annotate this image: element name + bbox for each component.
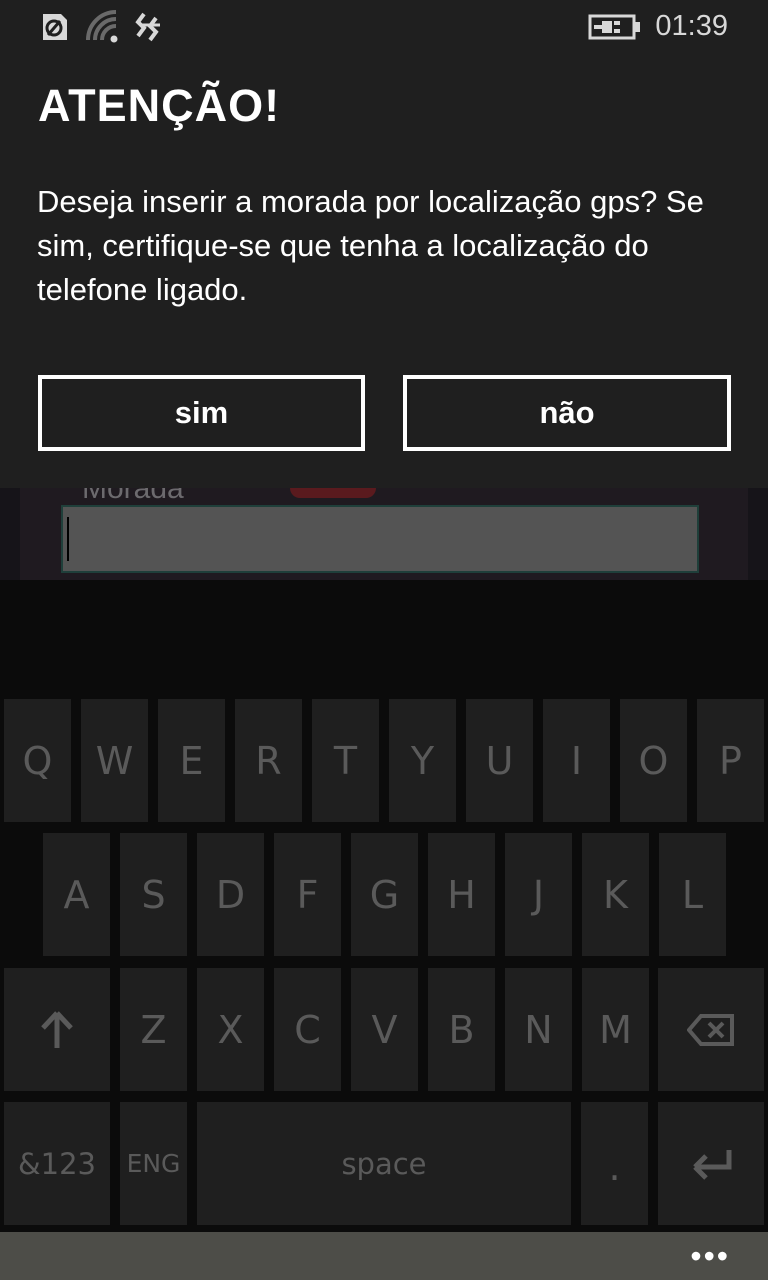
key-s[interactable]: S [120, 833, 187, 956]
decorative-red-shape [290, 488, 376, 498]
symbols-key[interactable]: &123 [4, 1102, 110, 1225]
key-a[interactable]: A [43, 833, 110, 956]
clock: 01:39 [655, 10, 728, 42]
key-t[interactable]: T [312, 699, 379, 822]
key-d[interactable]: D [197, 833, 264, 956]
key-p[interactable]: P [697, 699, 764, 822]
enter-key[interactable] [658, 1102, 764, 1225]
text-caret [67, 517, 69, 561]
on-screen-keyboard: Q W E R T Y U I O P A S D F G H J K L Z X C V B N M &123 ENG space. [0, 580, 768, 1232]
key-y[interactable]: Y [389, 699, 456, 822]
dialog-message: Deseja inserir a morada por localização … [37, 184, 704, 307]
shift-key[interactable] [4, 968, 110, 1091]
key-n[interactable]: N [505, 968, 572, 1091]
key-f[interactable]: F [274, 833, 341, 956]
key-i[interactable]: I [543, 699, 610, 822]
address-input[interactable] [61, 505, 699, 573]
status-bar: 01:39 [0, 0, 768, 56]
shift-arrow-up-icon [41, 1010, 73, 1048]
backspace-icon [687, 1013, 734, 1046]
key-c[interactable]: C [274, 968, 341, 1091]
alert-dialog: 01:39 ATENÇÃO! Deseja inserir a morada p… [0, 0, 768, 488]
key-k[interactable]: K [582, 833, 649, 956]
key-e[interactable]: E [158, 699, 225, 822]
key-v[interactable]: V [351, 968, 418, 1091]
key-o[interactable]: O [620, 699, 687, 822]
dialog-title: ATENÇÃO! [38, 80, 281, 131]
key-j[interactable]: J [505, 833, 572, 956]
nfc-icon [37, 10, 71, 44]
key-m[interactable]: M [582, 968, 649, 1091]
no-button[interactable]: não [403, 375, 731, 451]
key-w[interactable]: W [81, 699, 148, 822]
data-sync-icon [134, 10, 168, 44]
key-u[interactable]: U [466, 699, 533, 822]
key-b[interactable]: B [428, 968, 495, 1091]
language-key[interactable]: ENG [120, 1102, 187, 1225]
space-key[interactable]: space [197, 1102, 571, 1225]
key-h[interactable]: H [428, 833, 495, 956]
key-x[interactable]: X [197, 968, 264, 1091]
app-bar: ••• [0, 1232, 768, 1280]
key-l[interactable]: L [659, 833, 726, 956]
key-z[interactable]: Z [120, 968, 187, 1091]
key-r[interactable]: R [235, 699, 302, 822]
battery-charging-icon [588, 10, 642, 44]
enter-return-icon [693, 1149, 732, 1180]
wifi-icon [86, 10, 120, 44]
key-g[interactable]: G [351, 833, 418, 956]
more-options-button[interactable]: ••• [690, 1238, 730, 1275]
backspace-key[interactable] [658, 968, 764, 1091]
yes-button[interactable]: sim [38, 375, 365, 451]
key-q[interactable]: Q [4, 699, 71, 822]
period-key[interactable]: . [581, 1102, 648, 1225]
